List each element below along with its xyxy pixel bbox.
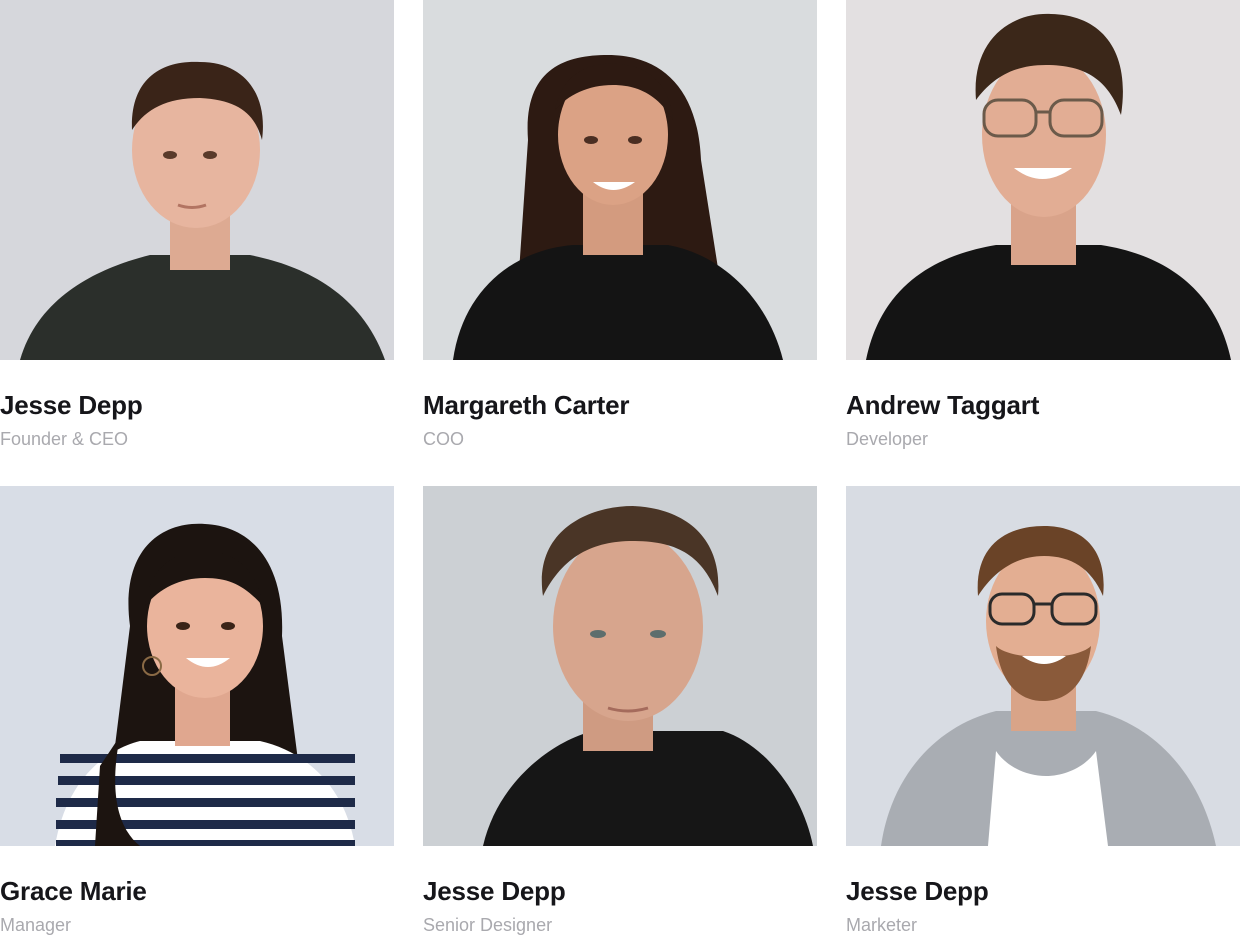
team-member-card[interactable]: Andrew Taggart Developer <box>846 0 1240 450</box>
team-member-card[interactable]: Jesse Depp Senior Designer <box>423 486 817 936</box>
team-member-card[interactable]: Grace Marie Manager <box>0 486 394 936</box>
team-member-card[interactable]: Jesse Depp Marketer <box>846 486 1240 936</box>
member-name: Jesse Depp <box>0 390 143 420</box>
portrait-image <box>846 0 1240 360</box>
member-photo[interactable] <box>0 0 394 360</box>
team-grid: Jesse Depp Founder & CEO Margareth Carte… <box>0 0 1240 936</box>
member-photo[interactable] <box>423 486 817 846</box>
member-name: Margareth Carter <box>423 390 630 420</box>
member-role: Developer <box>846 429 929 449</box>
portrait-image <box>846 486 1240 846</box>
member-name: Grace Marie <box>0 876 147 906</box>
member-name: Andrew Taggart <box>846 390 1040 420</box>
team-member-card[interactable]: Jesse Depp Founder & CEO <box>0 0 394 450</box>
portrait-image <box>0 0 394 360</box>
member-name: Jesse Depp <box>423 876 566 906</box>
member-role: COO <box>423 429 465 449</box>
member-role: Founder & CEO <box>0 429 129 449</box>
portrait-image <box>423 0 817 360</box>
member-photo[interactable] <box>0 486 394 846</box>
portrait-image <box>423 486 817 846</box>
member-photo[interactable] <box>846 486 1240 846</box>
member-role: Senior Designer <box>423 915 553 935</box>
member-role: Marketer <box>846 915 918 935</box>
portrait-image <box>0 486 394 846</box>
member-name: Jesse Depp <box>846 876 989 906</box>
team-member-card[interactable]: Margareth Carter COO <box>423 0 817 450</box>
member-role: Manager <box>0 915 72 935</box>
member-photo[interactable] <box>846 0 1240 360</box>
member-photo[interactable] <box>423 0 817 360</box>
